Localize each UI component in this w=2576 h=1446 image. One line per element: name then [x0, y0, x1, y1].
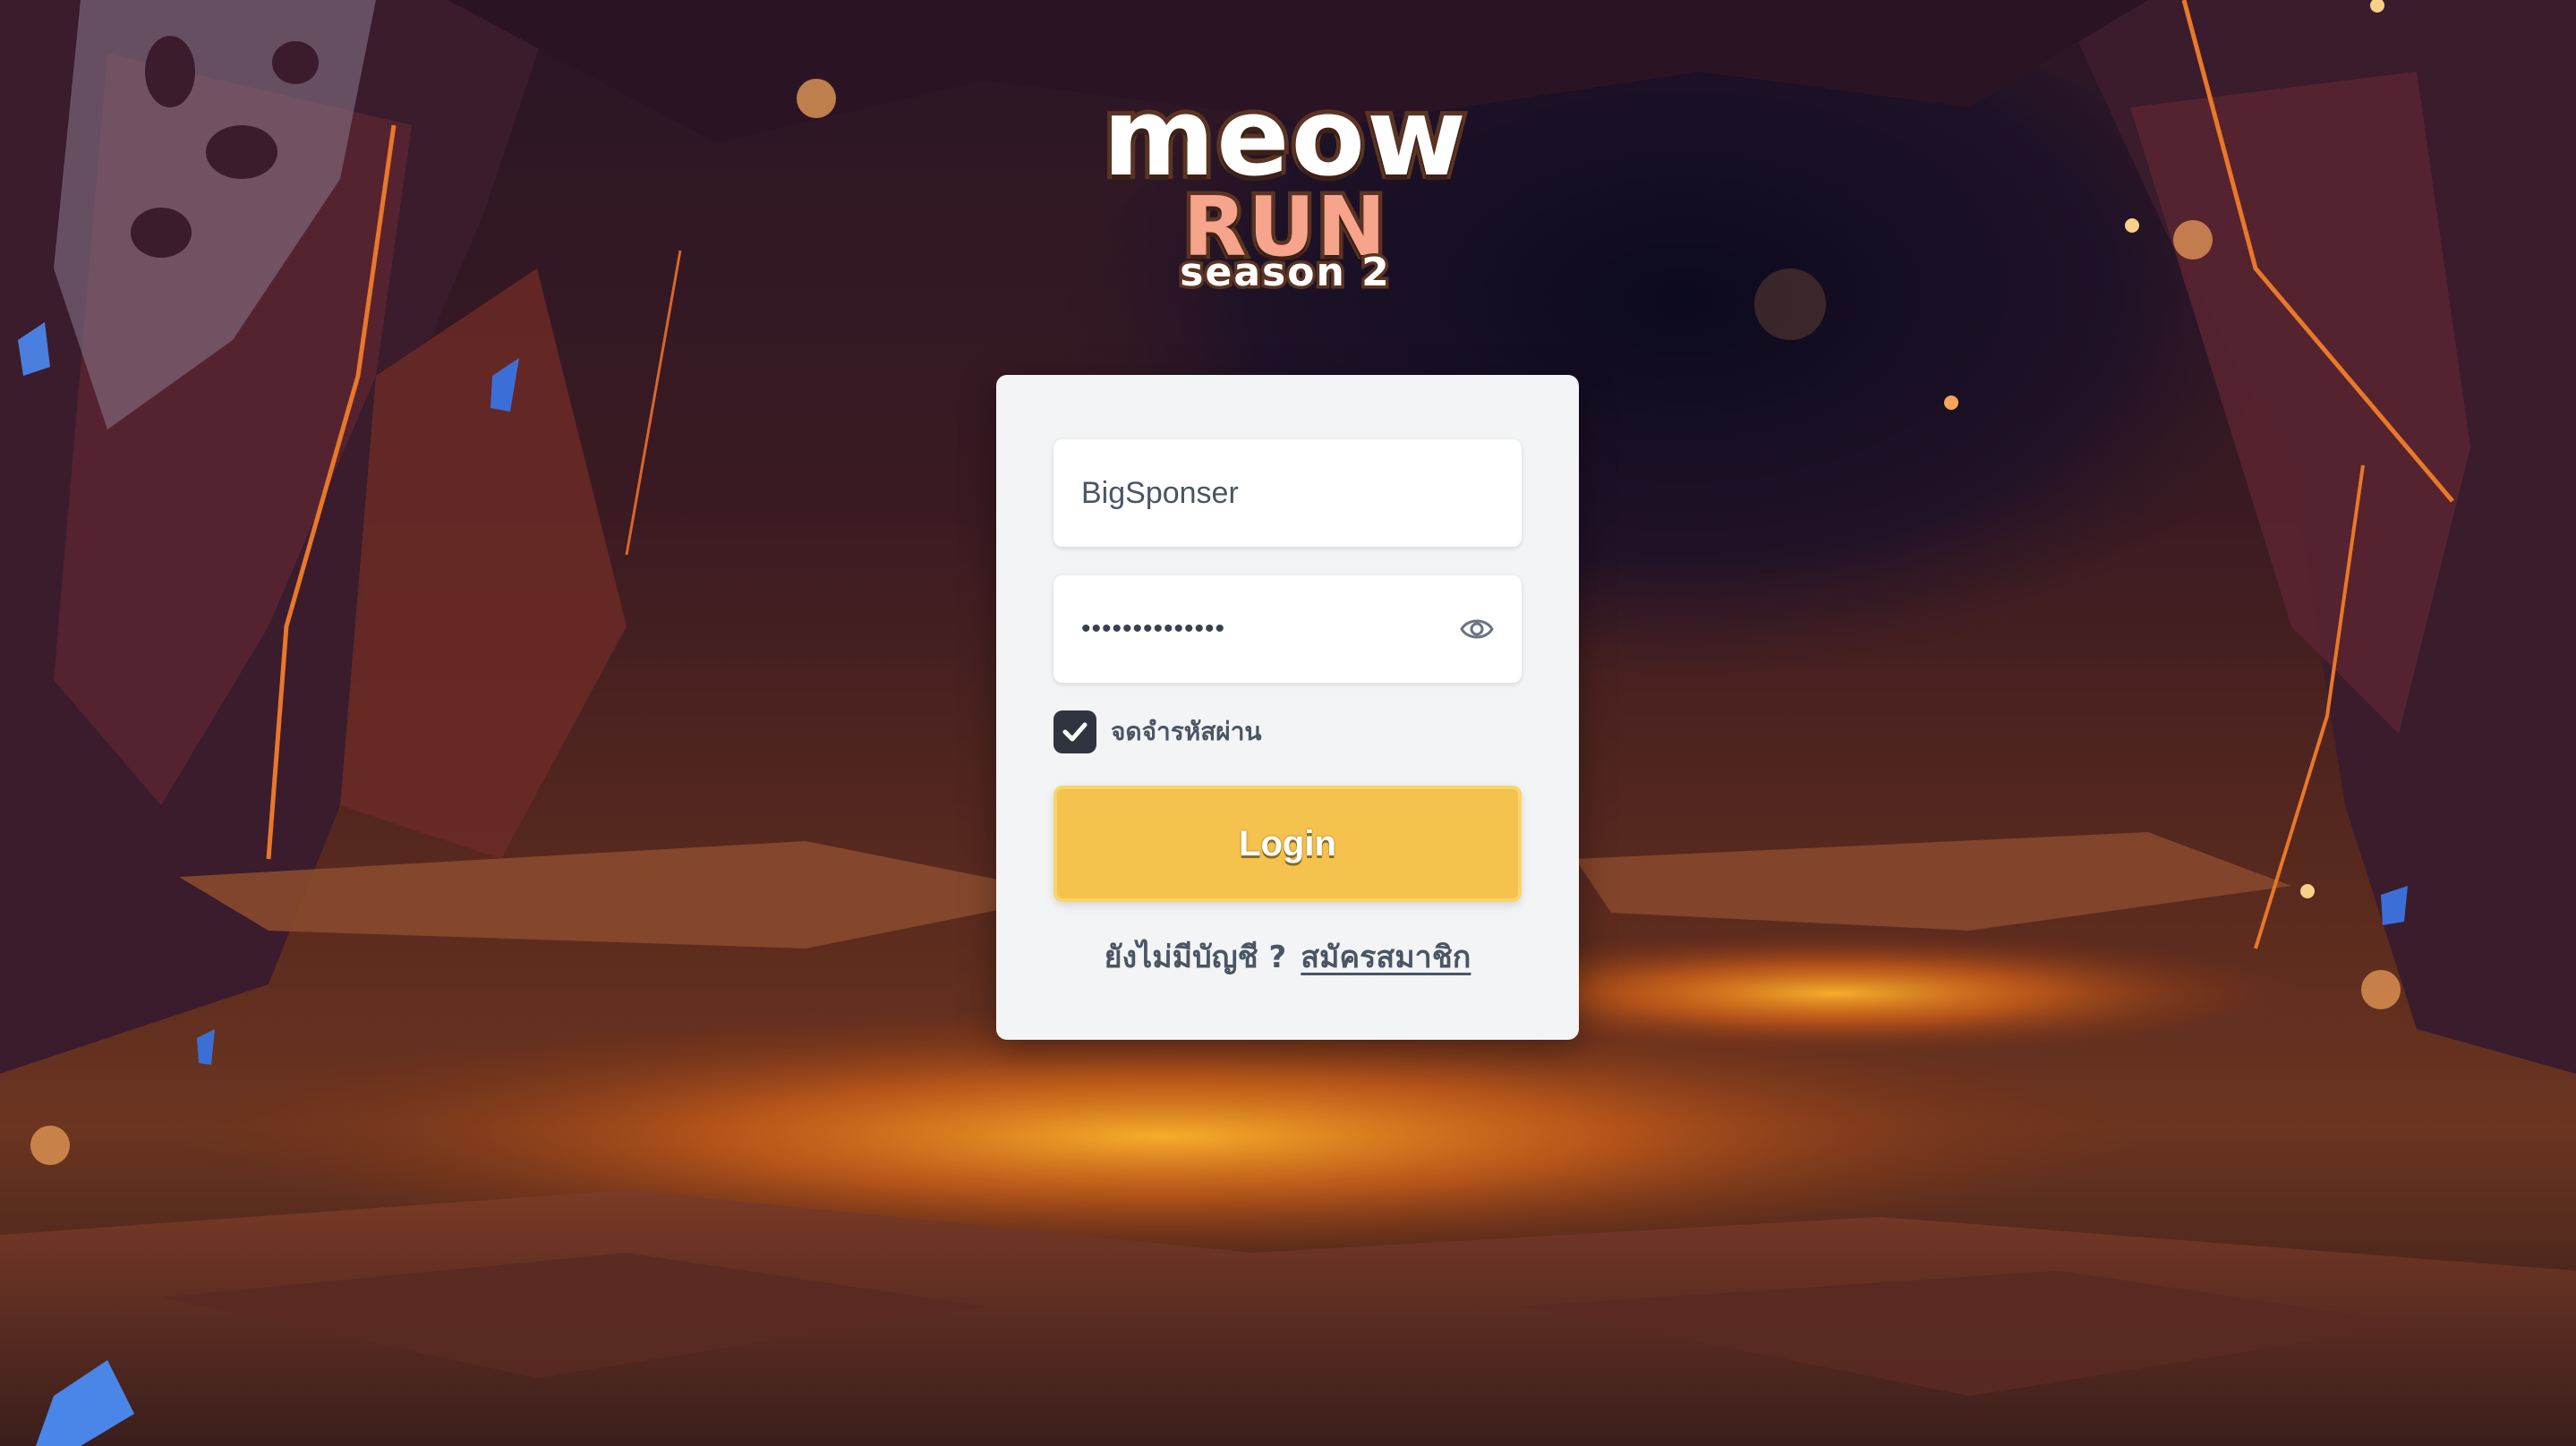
username-value: BigSponser	[1081, 476, 1239, 510]
eye-icon[interactable]	[1459, 613, 1495, 645]
signup-row: ยังไม่มีบัญชี ? สมัครสมาชิก	[996, 930, 1579, 983]
username-field[interactable]: BigSponser	[1053, 439, 1522, 547]
login-button[interactable]: Login	[1053, 786, 1522, 902]
remember-password[interactable]: จดจำรหัสผ่าน	[1053, 710, 1262, 753]
remember-checkbox[interactable]	[1053, 710, 1096, 753]
login-screen: meow RUN season 2 BigSponser •••••••••••…	[0, 0, 2576, 1446]
login-button-label: Login	[1239, 823, 1336, 863]
password-field[interactable]: ••••••••••••••	[1053, 575, 1522, 683]
checkmark-icon	[1062, 722, 1088, 742]
signup-link[interactable]: สมัครสมาชิก	[1301, 932, 1471, 981]
remember-label: จดจำรหัสผ่าน	[1111, 717, 1262, 746]
meow-run-logo: meow RUN season 2	[1097, 64, 1473, 315]
signup-prompt: ยังไม่มีบัญชี ?	[1104, 940, 1287, 975]
login-card: BigSponser •••••••••••••• จดจำรหัสผ่าน L…	[996, 375, 1579, 1040]
logo-season-text: season 2	[1177, 247, 1392, 299]
password-value: ••••••••••••••	[1081, 614, 1226, 643]
